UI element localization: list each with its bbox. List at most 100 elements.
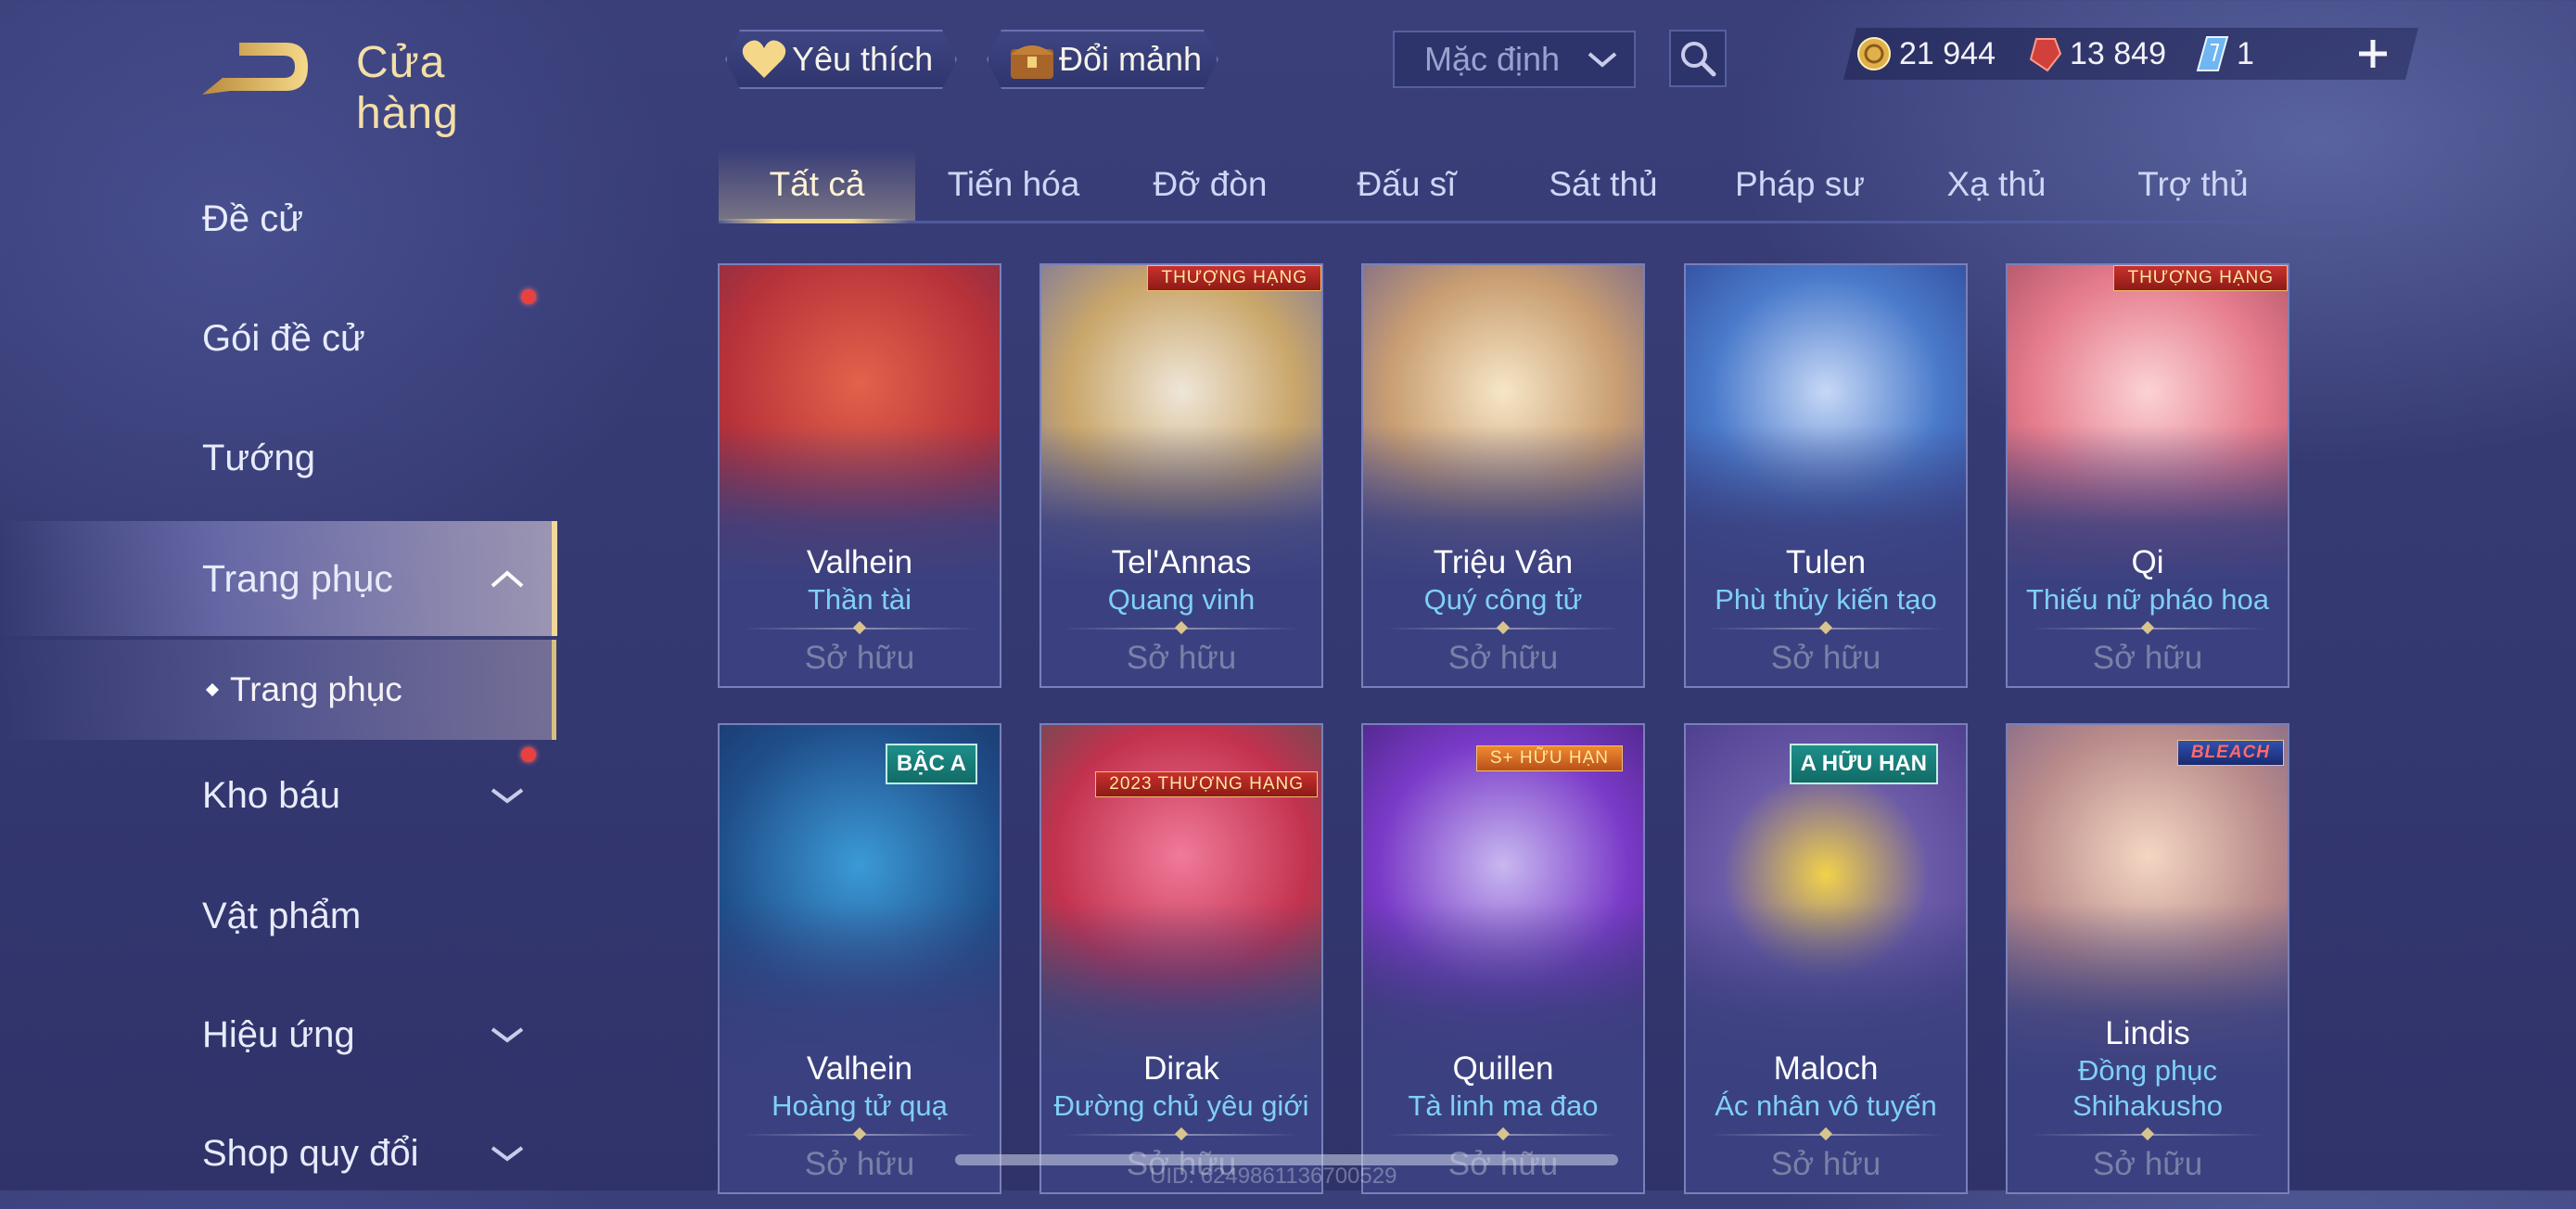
voucher-amount: 13 849: [2070, 35, 2166, 71]
owned-status: Sở hữu: [804, 1146, 915, 1182]
sort-value: Mặc định: [1424, 40, 1561, 78]
rarity-badge: S+ HỮU HẠN: [1475, 745, 1623, 771]
sidebar-item-effects[interactable]: Hiệu ứng: [0, 979, 552, 1090]
chevron-down-icon: [491, 788, 524, 804]
owned-status: Sở hữu: [2092, 640, 2203, 676]
sidebar-item-label: Trang phục: [202, 556, 393, 600]
search-icon: [1681, 42, 1716, 77]
skin-card[interactable]: Triệu Vân Quý công tử Sở hữu: [1361, 263, 1645, 688]
divider: [2030, 1126, 2265, 1144]
owned-status: Sở hữu: [1770, 1146, 1881, 1182]
gold-amount: 21 944: [1899, 35, 1996, 71]
plus-icon: [2359, 40, 2387, 68]
owned-status: Sở hữu: [1126, 640, 1237, 676]
tab-active-indicator: [719, 219, 910, 223]
role-tabs: Tất cả Tiến hóa Đỡ đòn Đấu sĩ Sát thủ Ph…: [719, 148, 2290, 224]
sort-select[interactable]: Mặc định: [1393, 31, 1636, 88]
divider: [2030, 619, 2265, 638]
skin-name: Hoàng tử quạ: [772, 1089, 948, 1122]
tab-mage[interactable]: Pháp sư: [1702, 148, 1898, 221]
skin-info: Valhein Thần tài Sở hữu: [720, 543, 1000, 686]
tab-fighter[interactable]: Đấu sĩ: [1308, 148, 1505, 221]
exchange-label: Đổi mảnh: [1059, 40, 1203, 78]
hero-name: Dirak: [1143, 1050, 1219, 1087]
sidebar-item-items[interactable]: Vật phẩm: [0, 860, 552, 972]
skin-card[interactable]: Tulen Phù thủy kiến tạo Sở hữu: [1684, 263, 1968, 688]
skin-card[interactable]: S+ HỮU HẠN Quillen Tà linh ma đao Sở hữu: [1361, 723, 1645, 1194]
skin-card[interactable]: THƯỢNG HẠNG Tel'Annas Quang vinh Sở hữu: [1039, 263, 1323, 688]
sidebar-item-treasure[interactable]: Kho báu: [0, 740, 552, 851]
voucher-currency: 13 849: [2027, 30, 2166, 78]
owned-status: Sở hữu: [1447, 640, 1559, 676]
hero-name: Lindis: [2105, 1015, 2190, 1051]
sidebar-item-label: Vật phẩm: [202, 895, 362, 936]
tab-assassin[interactable]: Sát thủ: [1505, 148, 1702, 221]
collab-badge: BLEACH: [2176, 740, 2284, 766]
sidebar-item-featured[interactable]: Đề cử: [0, 163, 552, 274]
skin-card[interactable]: THƯỢNG HẠNG Qi Thiếu nữ pháo hoa Sở hữu: [2006, 263, 2289, 688]
search-button[interactable]: [1669, 30, 1727, 87]
hero-name: Tulen: [1785, 544, 1867, 580]
skin-name: Đường chủ yêu giới: [1053, 1089, 1309, 1122]
heart-icon: [740, 37, 788, 82]
skin-card[interactable]: A HỮU HẠN Maloch Ác nhân vô tuyến Sở hữu: [1684, 723, 1968, 1194]
sidebar-item-label: Gói đề cử: [202, 317, 365, 359]
divider: [742, 1126, 977, 1144]
rarity-badge: 2023 THƯỢNG HẠNG: [1095, 771, 1318, 797]
sidebar-item-label: Hiệu ứng: [202, 1013, 355, 1055]
chevron-down-icon: [1588, 52, 1617, 68]
sidebar: Cửa hàng Đề cử Gói đề cử Tướng Trang phụ…: [0, 0, 557, 1190]
skin-name: Tà linh ma đao: [1408, 1089, 1599, 1122]
skin-info: Tel'Annas Quang vinh Sở hữu: [1041, 543, 1321, 686]
divider: [1385, 1126, 1621, 1144]
gold-coin-icon: [1857, 37, 1891, 70]
hero-name: Valhein: [806, 544, 913, 580]
page-title: Cửa hàng: [356, 38, 459, 138]
tab-support[interactable]: Trợ thủ: [2095, 148, 2291, 221]
skin-card[interactable]: BẬC A Valhein Hoàng tử quạ Sở hữu: [718, 723, 1001, 1194]
skin-info: Tulen Phù thủy kiến tạo Sở hữu: [1686, 543, 1966, 686]
sidebar-item-featured-bundles[interactable]: Gói đề cử: [0, 283, 552, 394]
favorites-button[interactable]: Yêu thích: [725, 30, 957, 89]
skin-card[interactable]: 2023 THƯỢNG HẠNG Dirak Đường chủ yêu giớ…: [1039, 723, 1323, 1194]
skin-info: Qi Thiếu nữ pháo hoa Sở hữu: [2008, 543, 2288, 686]
skin-info: Valhein Hoàng tử quạ Sở hữu: [720, 1050, 1000, 1192]
back-icon[interactable]: [202, 33, 309, 100]
tab-evolution[interactable]: Tiến hóa: [915, 148, 1112, 221]
tab-divider: [719, 221, 2290, 223]
divider: [1385, 619, 1621, 638]
divider: [742, 619, 977, 638]
divider: [1064, 619, 1299, 638]
ticket-amount: 1: [2237, 35, 2254, 71]
hero-name: Triệu Vân: [1433, 544, 1574, 580]
favorites-label: Yêu thích: [792, 40, 934, 78]
skin-name: Phù thủy kiến tạo: [1715, 583, 1937, 616]
sidebar-item-label: Tướng: [202, 437, 315, 478]
sidebar-subitem-skins[interactable]: Trang phục: [0, 640, 556, 740]
owned-status: Sở hữu: [1770, 640, 1881, 676]
blue-ticket-icon: [2196, 36, 2229, 71]
skin-info: Maloch Ác nhân vô tuyến Sở hữu: [1686, 1050, 1966, 1192]
divider: [1708, 619, 1944, 638]
sidebar-item-label: Shop quy đổi: [202, 1132, 419, 1174]
divider: [1064, 1126, 1299, 1144]
hero-name: Tel'Annas: [1111, 544, 1252, 580]
skin-name: Đồng phục Shihakusho: [2072, 1054, 2223, 1122]
skin-card[interactable]: Valhein Thần tài Sở hữu: [718, 263, 1001, 688]
sidebar-item-skins[interactable]: Trang phục: [0, 521, 557, 636]
skin-card[interactable]: BLEACH Lindis Đồng phục Shihakusho Sở hữ…: [2006, 723, 2289, 1194]
rarity-badge: A HỮU HẠN: [1789, 744, 1938, 784]
user-id: UID: 6249861136700529: [1150, 1164, 1397, 1189]
sidebar-item-exchange-shop[interactable]: Shop quy đổi: [0, 1098, 552, 1209]
sidebar-item-heroes[interactable]: Tướng: [0, 402, 552, 514]
tab-all[interactable]: Tất cả: [719, 148, 915, 221]
skin-info: Triệu Vân Quý công tử Sở hữu: [1363, 543, 1643, 686]
tab-marksman[interactable]: Xạ thủ: [1898, 148, 2095, 221]
sidebar-item-label: Đề cử: [202, 197, 304, 239]
ticket-currency: 1: [2196, 30, 2254, 78]
tab-tank[interactable]: Đỡ đòn: [1112, 148, 1308, 221]
hero-name: Quillen: [1452, 1050, 1554, 1087]
exchange-shards-button[interactable]: Đổi mảnh: [987, 30, 1218, 89]
gold-currency: 21 944: [1856, 30, 1996, 78]
add-currency-button[interactable]: [2350, 28, 2396, 80]
